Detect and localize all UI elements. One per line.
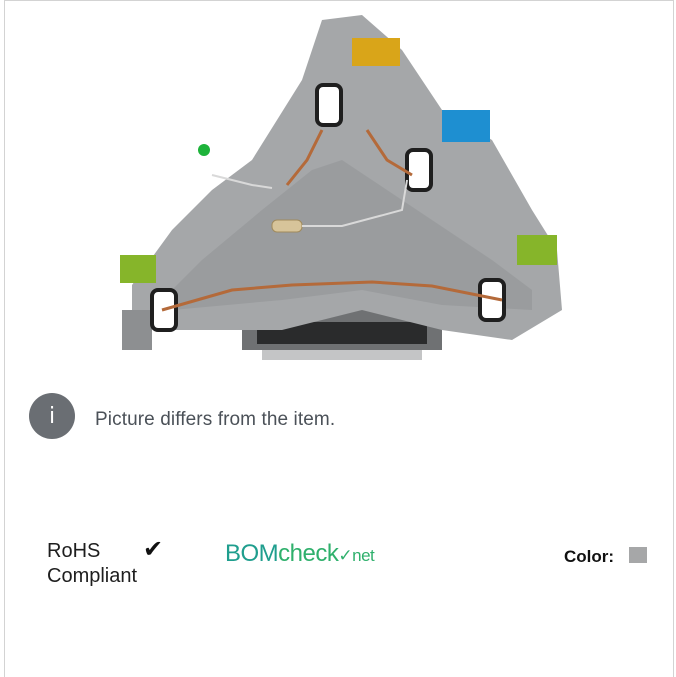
info-icon: i (29, 393, 75, 439)
led-indicator (198, 144, 210, 156)
check-icon: ✔ (143, 535, 164, 563)
color-label: Color: (564, 547, 615, 566)
ground-terminal-left (120, 255, 156, 283)
rohs-compliant-label: Compliant (47, 565, 138, 587)
yellow-terminal (352, 38, 400, 66)
resistor (271, 219, 303, 233)
ground-terminal-right (517, 235, 557, 265)
rohs-compliant-badge: RoHS Compliant ✔ (47, 537, 163, 589)
color-swatch (629, 547, 647, 563)
rohs-label: RoHS (47, 540, 101, 562)
blue-terminal (442, 110, 490, 142)
picture-disclaimer: Picture differs from the item. (95, 409, 336, 430)
bomcheck-logo[interactable]: BOMcheck✓net (225, 540, 375, 568)
product-image (120, 15, 562, 360)
